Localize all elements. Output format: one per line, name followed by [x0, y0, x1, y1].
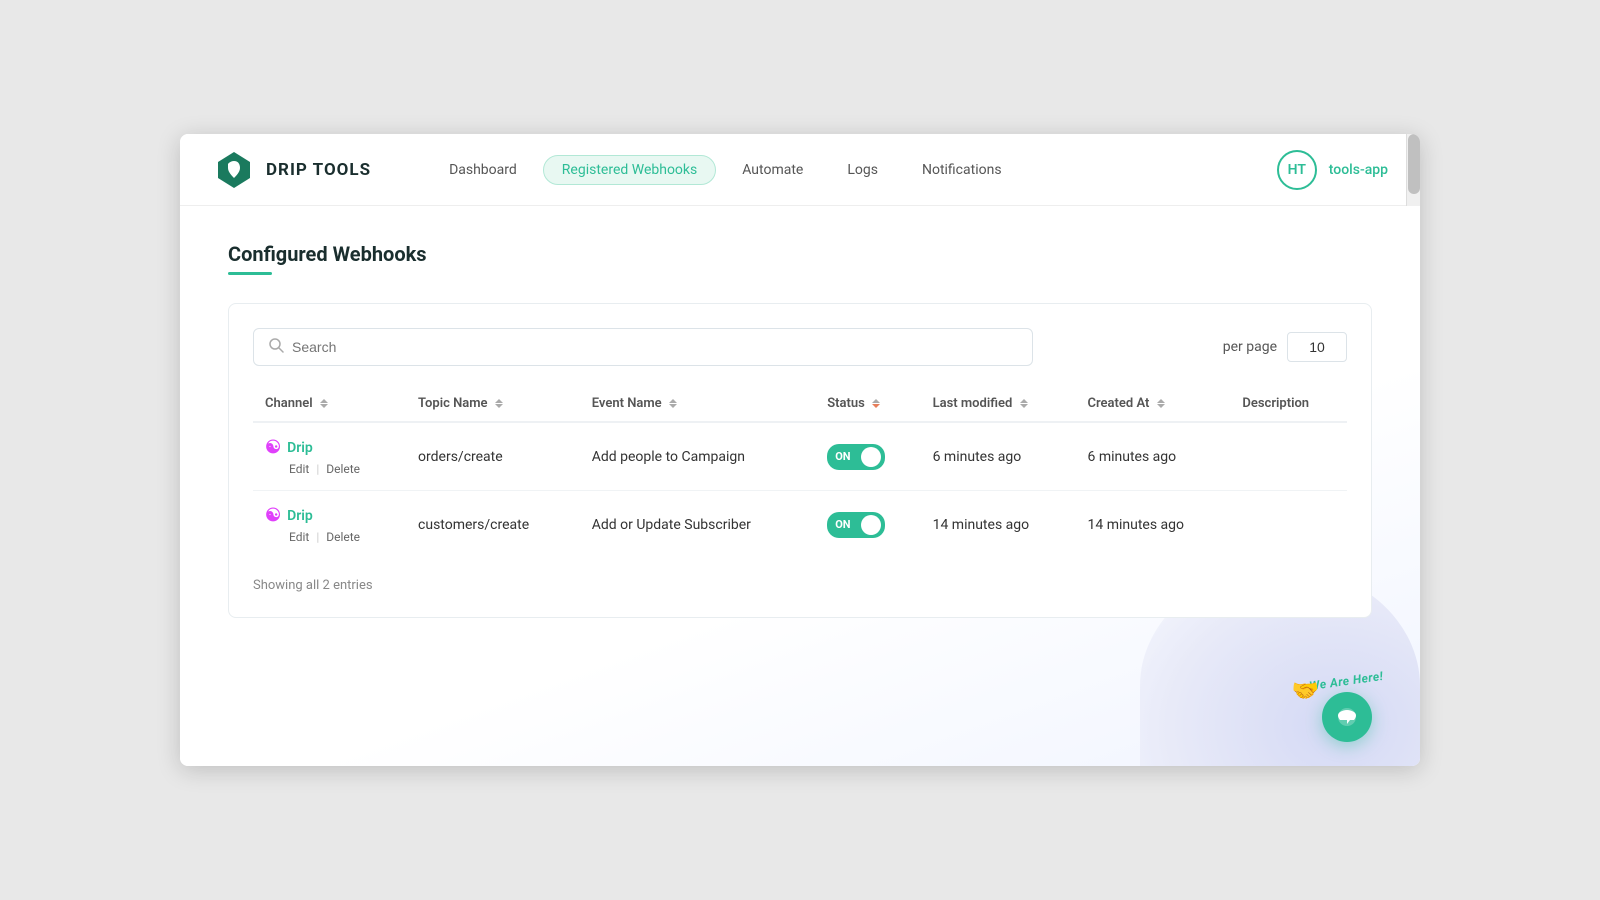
row1-toggle[interactable]: ON: [827, 444, 885, 470]
table-controls: per page: [253, 328, 1347, 366]
drip-icon-1: ☯: [265, 437, 281, 458]
webhooks-table: Channel Topic Name Event Name Statu: [253, 386, 1347, 558]
col-status: Status: [815, 386, 920, 422]
chat-emoji: 🤝: [1291, 679, 1318, 704]
search-input[interactable]: [292, 339, 1018, 355]
row2-description: [1230, 491, 1347, 559]
row1-edit-link[interactable]: Edit: [289, 462, 309, 476]
col-last-modified: Last modified: [921, 386, 1076, 422]
row1-status: ON: [815, 422, 920, 491]
row1-created-at: 6 minutes ago: [1076, 422, 1231, 491]
row2-toggle-label: ON: [835, 518, 850, 531]
navbar: DRIP TOOLS Dashboard Registered Webhooks…: [180, 134, 1420, 206]
nav-automate[interactable]: Automate: [724, 156, 821, 184]
main-content: Configured Webhooks per page: [180, 206, 1420, 766]
logo-icon: [212, 148, 256, 192]
table-container: per page Channel Topic Name: [228, 303, 1372, 618]
per-page-area: per page: [1223, 332, 1347, 362]
chat-button[interactable]: [1322, 692, 1372, 742]
page-title: Configured Webhooks: [228, 242, 1372, 266]
table-row: ☯ Drip Edit | Delete customers/create: [253, 491, 1347, 559]
sort-modified-icon[interactable]: [1020, 399, 1028, 408]
sort-event-icon[interactable]: [669, 399, 677, 408]
row2-last-modified: 14 minutes ago: [921, 491, 1076, 559]
nav-links: Dashboard Registered Webhooks Automate L…: [431, 155, 1277, 185]
sort-topic-icon[interactable]: [495, 399, 503, 408]
user-area: HT tools-app: [1277, 150, 1388, 190]
logo-area: DRIP TOOLS: [212, 148, 371, 192]
nav-registered-webhooks[interactable]: Registered Webhooks: [543, 155, 716, 185]
chat-widget: We Are Here! 🤝: [1309, 674, 1384, 742]
search-box: [253, 328, 1033, 366]
per-page-label: per page: [1223, 339, 1277, 355]
row1-toggle-knob: [861, 447, 881, 467]
row2-toggle[interactable]: ON: [827, 512, 885, 538]
sort-status-icon[interactable]: [872, 399, 880, 408]
row2-edit-link[interactable]: Edit: [289, 530, 309, 544]
drip-icon-2: ☯: [265, 505, 281, 526]
row1-last-modified: 6 minutes ago: [921, 422, 1076, 491]
row1-description: [1230, 422, 1347, 491]
scrollbar-thumb[interactable]: [1408, 134, 1420, 194]
row1-toggle-label: ON: [835, 450, 850, 463]
col-event: Event Name: [580, 386, 815, 422]
row1-delete-link[interactable]: Delete: [326, 462, 360, 476]
row2-status: ON: [815, 491, 920, 559]
table-row: ☯ Drip Edit | Delete orders/create: [253, 422, 1347, 491]
nav-logs[interactable]: Logs: [829, 156, 896, 184]
row2-channel: ☯ Drip Edit | Delete: [253, 491, 406, 559]
row1-topic: orders/create: [406, 422, 580, 491]
nav-dashboard[interactable]: Dashboard: [431, 156, 535, 184]
table-header-row: Channel Topic Name Event Name Statu: [253, 386, 1347, 422]
nav-notifications[interactable]: Notifications: [904, 156, 1020, 184]
app-name: tools-app: [1329, 162, 1388, 178]
per-page-input[interactable]: [1287, 332, 1347, 362]
row1-channel-name: Drip: [287, 440, 313, 456]
col-created-at: Created At: [1076, 386, 1231, 422]
showing-entries: Showing all 2 entries: [253, 578, 1347, 593]
row2-created-at: 14 minutes ago: [1076, 491, 1231, 559]
logo-text: DRIP TOOLS: [266, 160, 371, 180]
search-icon: [268, 337, 284, 357]
col-topic: Topic Name: [406, 386, 580, 422]
sort-created-icon[interactable]: [1157, 399, 1165, 408]
row2-event: Add or Update Subscriber: [580, 491, 815, 559]
row1-channel: ☯ Drip Edit | Delete: [253, 422, 406, 491]
row1-event: Add people to Campaign: [580, 422, 815, 491]
row2-channel-name: Drip: [287, 508, 313, 524]
col-channel: Channel: [253, 386, 406, 422]
sort-channel-icon[interactable]: [320, 399, 328, 408]
row2-toggle-knob: [861, 515, 881, 535]
row2-topic: customers/create: [406, 491, 580, 559]
row2-delete-link[interactable]: Delete: [326, 530, 360, 544]
col-description: Description: [1230, 386, 1347, 422]
avatar[interactable]: HT: [1277, 150, 1317, 190]
title-underline: [228, 272, 272, 275]
